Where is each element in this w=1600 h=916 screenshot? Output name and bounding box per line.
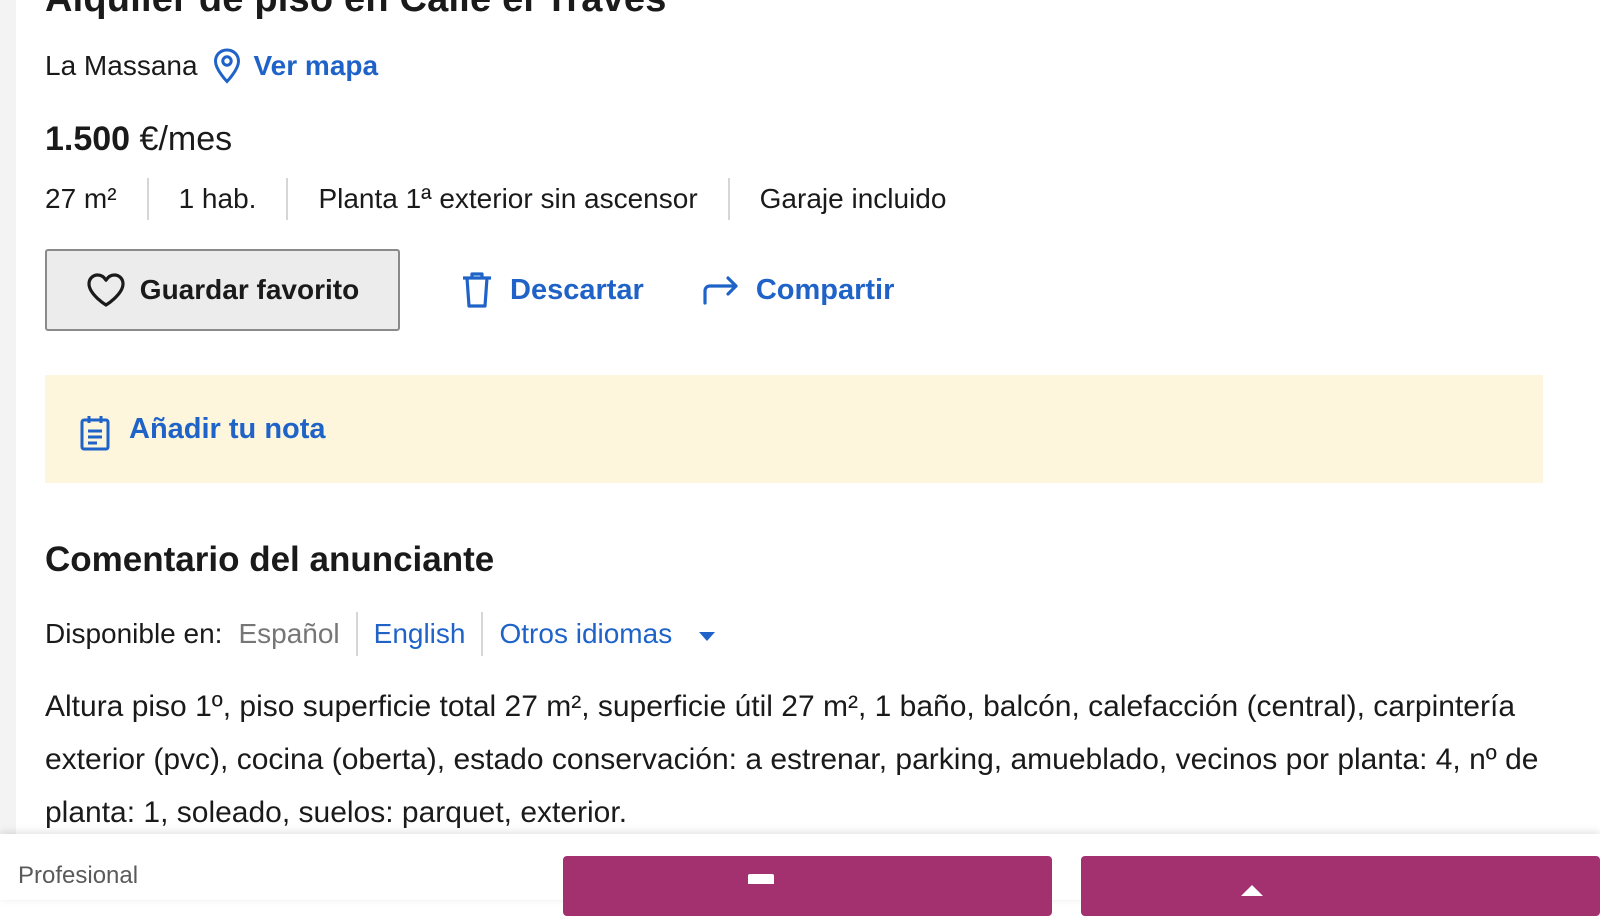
notepad-icon bbox=[79, 414, 111, 452]
advertiser-comment-title: Comentario del anunciante bbox=[45, 540, 495, 579]
language-selector: Disponible en: Español English Otros idi… bbox=[45, 612, 732, 656]
available-in-label: Disponible en: bbox=[45, 618, 223, 649]
listing-title: Alquiler de piso en Calle el Traves bbox=[45, 0, 667, 21]
actions-row: Guardar favorito Descartar Compartir bbox=[45, 249, 894, 331]
share-arrow-icon bbox=[702, 275, 740, 305]
add-note-link[interactable]: Añadir tu nota bbox=[129, 413, 326, 446]
location-name: La Massana bbox=[45, 50, 198, 81]
price-amount: 1.500 bbox=[45, 120, 131, 158]
language-spanish: Español bbox=[238, 618, 340, 649]
other-languages-dropdown[interactable]: Otros idiomas bbox=[481, 612, 732, 656]
contact-button-secondary[interactable] bbox=[1081, 856, 1600, 916]
feature-area: 27 m² bbox=[45, 183, 117, 214]
location-pin-icon bbox=[212, 48, 242, 84]
view-map-link[interactable]: Ver mapa bbox=[254, 50, 379, 82]
feature-floor: Planta 1ª exterior sin ascensor bbox=[286, 178, 727, 220]
note-box: Añadir tu nota bbox=[45, 375, 1543, 483]
discard-label: Descartar bbox=[510, 273, 644, 306]
share-button[interactable]: Compartir bbox=[702, 273, 895, 307]
listing-detail: Alquiler de piso en Calle el Traves La M… bbox=[45, 0, 1600, 852]
feature-garage: Garaje incluido bbox=[727, 178, 977, 220]
advertiser-comment-text: Altura piso 1º, piso superficie total 27… bbox=[45, 690, 1539, 829]
discard-button[interactable]: Descartar bbox=[460, 271, 644, 309]
price-unit: €/mes bbox=[139, 120, 233, 158]
trash-icon bbox=[460, 271, 494, 309]
other-languages-label: Otros idiomas bbox=[499, 618, 673, 649]
language-english[interactable]: English bbox=[355, 612, 482, 656]
left-edge bbox=[0, 0, 16, 852]
location-row: La Massana Ver mapa bbox=[45, 48, 378, 84]
contact-button-primary[interactable] bbox=[563, 856, 1052, 916]
save-favorite-button[interactable]: Guardar favorito bbox=[45, 249, 400, 331]
features-list: 27 m² 1 hab. Planta 1ª exterior sin asce… bbox=[45, 178, 976, 220]
feature-rooms: 1 hab. bbox=[146, 178, 287, 220]
share-label: Compartir bbox=[755, 273, 895, 306]
save-favorite-label: Guardar favorito bbox=[139, 274, 360, 305]
bottom-contact-bar: Profesional bbox=[0, 834, 1600, 916]
advertiser-type-label: Profesional bbox=[18, 862, 139, 889]
caret-down-icon bbox=[698, 630, 716, 642]
heart-icon bbox=[86, 272, 126, 308]
message-icon bbox=[748, 874, 774, 884]
phone-icon bbox=[1241, 874, 1263, 896]
price: 1.500 €/mes bbox=[45, 120, 232, 159]
